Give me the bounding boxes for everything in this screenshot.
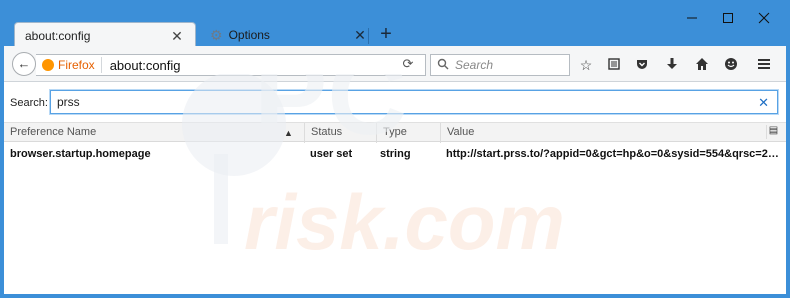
maximize-icon[interactable]	[718, 12, 738, 28]
tab-separator	[368, 28, 369, 44]
tab-title: about:config	[25, 28, 91, 43]
column-value[interactable]: Value	[440, 123, 750, 143]
url-bar[interactable]: Firefox about:config	[36, 54, 426, 76]
pref-type-cell: string	[380, 148, 411, 160]
pocket-icon[interactable]	[632, 57, 652, 75]
back-arrow-icon[interactable]: ←	[12, 52, 36, 76]
config-search-input[interactable]: prss ✕	[50, 90, 778, 114]
download-icon[interactable]	[662, 57, 682, 75]
identity-label: Firefox	[58, 58, 95, 72]
reload-icon[interactable]: ⟳	[398, 56, 418, 74]
url-text[interactable]: about:config	[102, 58, 425, 73]
feedback-smiley-icon[interactable]	[721, 57, 741, 75]
column-header-row: Preference Name ▲ Status Type Value ▤	[4, 122, 786, 143]
search-label: Search:	[10, 97, 48, 109]
column-preference-name[interactable]: Preference Name	[4, 123, 304, 143]
home-icon[interactable]	[692, 57, 712, 75]
column-label: Status	[311, 126, 343, 138]
clear-search-icon[interactable]: ✕	[758, 95, 769, 111]
reading-list-icon[interactable]	[604, 57, 624, 75]
browser-window: about:config ✕ ⚙ Options ✕ + ← Firefox a…	[0, 0, 790, 298]
search-placeholder: Search	[455, 58, 494, 72]
site-identity[interactable]: Firefox	[36, 57, 102, 73]
tab-options[interactable]: ⚙ Options ✕	[200, 22, 378, 48]
config-search-row: Search: prss ✕	[4, 88, 786, 116]
new-tab-button[interactable]: +	[374, 24, 398, 46]
config-search-value: prss	[57, 95, 80, 109]
gear-icon: ⚙	[210, 26, 223, 43]
tab-title: Options	[228, 28, 270, 42]
column-label: Value	[447, 126, 475, 138]
close-icon[interactable]	[754, 12, 774, 28]
pref-value-cell: http://start.prss.to/?appid=0&gct=hp&o=0…	[446, 148, 780, 160]
minimize-icon[interactable]	[682, 12, 702, 28]
tab-about-config[interactable]: about:config ✕	[14, 22, 196, 48]
sort-ascending-icon: ▲	[284, 128, 293, 138]
pref-name-cell: browser.startup.homepage	[10, 148, 151, 160]
tab-bar: about:config ✕ ⚙ Options ✕ +	[4, 4, 786, 48]
column-type[interactable]: Type	[376, 123, 440, 143]
close-tab-icon[interactable]: ✕	[169, 28, 185, 44]
bookmark-star-icon[interactable]: ☆	[576, 57, 596, 75]
column-status[interactable]: Status	[304, 123, 376, 143]
hamburger-menu-icon[interactable]	[754, 57, 774, 75]
search-icon	[437, 58, 449, 73]
pref-status-cell: user set	[310, 148, 353, 160]
search-input[interactable]: Search	[430, 54, 570, 76]
column-picker-icon[interactable]: ▤	[766, 125, 780, 139]
firefox-logo-icon	[42, 59, 54, 71]
navigation-bar: ← Firefox about:config ⟳ Search ☆	[4, 46, 786, 82]
table-row[interactable]: browser.startup.homepage user set string…	[4, 144, 786, 164]
watermark-text: risk.com	[244, 178, 565, 266]
column-label: Type	[383, 126, 407, 138]
column-label: Preference Name	[10, 126, 97, 138]
close-tab-icon[interactable]: ✕	[352, 27, 368, 43]
browser-content: about:config ✕ ⚙ Options ✕ + ← Firefox a…	[4, 4, 786, 294]
